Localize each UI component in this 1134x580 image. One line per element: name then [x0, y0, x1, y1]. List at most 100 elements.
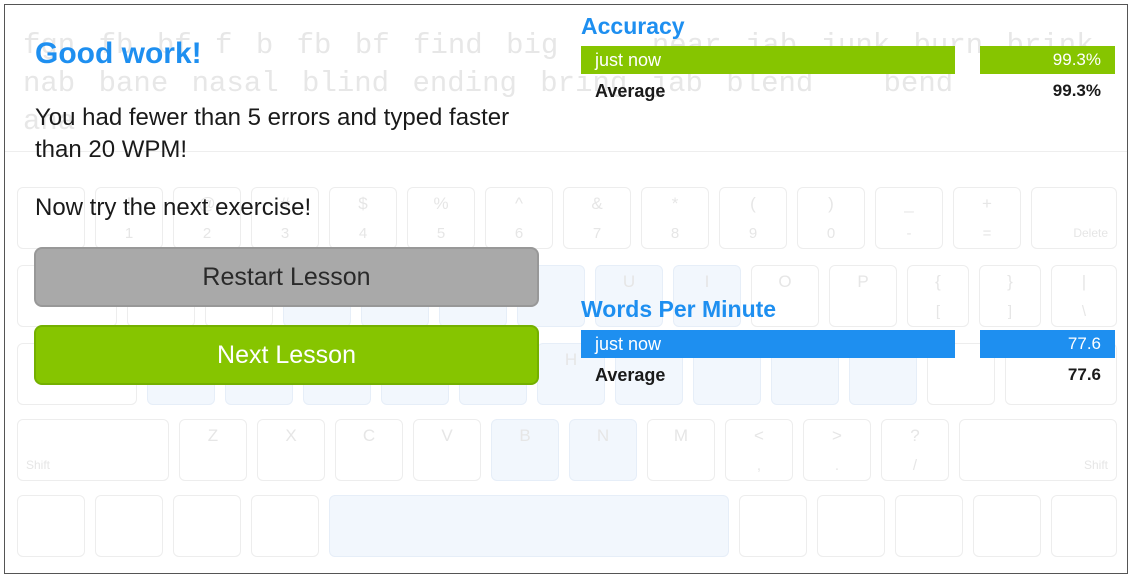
- key-label: Shift: [1083, 458, 1108, 472]
- wpm-now-value: 77.6: [980, 330, 1115, 358]
- wpm-title: Words Per Minute: [581, 296, 777, 322]
- accuracy-average-value: 99.3%: [1052, 81, 1101, 100]
- accuracy-average-label: Average: [595, 81, 666, 101]
- accuracy-now-label: just now: [581, 46, 955, 74]
- key-bottom-label: 9: [748, 225, 758, 242]
- keyboard-key: [95, 495, 163, 557]
- keyboard-key-n: N: [569, 419, 637, 481]
- key-top-label: ): [828, 194, 834, 213]
- key-label: X: [285, 426, 297, 445]
- wpm-now-label: just now: [581, 330, 955, 358]
- key-top-label: *: [671, 194, 679, 213]
- key-label: Z: [207, 426, 219, 445]
- key-bottom-label: 6: [514, 225, 524, 242]
- key-bottom-label: [: [935, 303, 941, 320]
- keyboard-key: $4: [329, 187, 397, 249]
- accuracy-now-value: 99.3%: [980, 46, 1115, 74]
- key-bottom-label: 2: [202, 225, 212, 242]
- key-top-label: }: [1007, 272, 1013, 291]
- key-bottom-label: 3: [280, 225, 290, 242]
- key-label: O: [778, 272, 792, 291]
- key-label: N: [596, 426, 610, 445]
- result-message: You had fewer than 5 errors and typed fa…: [35, 104, 510, 163]
- keyboard-key: {[: [907, 265, 969, 327]
- key-bottom-label: ,: [756, 457, 762, 474]
- key-bottom-label: -: [906, 225, 912, 242]
- keyboard-key-shift-left: Shift: [17, 419, 169, 481]
- key-top-label: _: [904, 194, 914, 213]
- key-top-label: $: [358, 194, 368, 213]
- keyboard-key: _ -: [875, 187, 943, 249]
- key-top-label: &: [591, 194, 603, 213]
- keyboard-key: [739, 495, 807, 557]
- keyboard-key-v: V: [413, 419, 481, 481]
- keyboard-key-p: P: [829, 265, 897, 327]
- keyboard-key-delete: Delete: [1031, 187, 1117, 249]
- key-top-label: ?: [910, 426, 920, 445]
- key-label: Shift: [26, 458, 51, 472]
- keyboard-key: | \: [1051, 265, 1117, 327]
- keyboard-key: ? /: [881, 419, 949, 481]
- key-top-label: ^: [515, 194, 523, 213]
- wpm-average-label: Average: [595, 365, 666, 385]
- key-bottom-label: \: [1081, 303, 1087, 320]
- key-label: C: [362, 426, 376, 445]
- key-bottom-label: 1: [124, 225, 134, 242]
- key-bottom-label: /: [912, 457, 918, 474]
- keyboard-key: (9: [719, 187, 787, 249]
- keyboard-key: [17, 495, 85, 557]
- keyboard-key: [895, 495, 963, 557]
- key-bottom-label: 5: [436, 225, 446, 242]
- lesson-complete-panel: fgn fb bf f b fb bf find big near jab ju…: [4, 4, 1128, 574]
- key-top-label: <: [754, 426, 764, 445]
- keyboard-key: [973, 495, 1041, 557]
- keyboard-key: [817, 495, 885, 557]
- key-bottom-label: 4: [358, 225, 368, 242]
- key-top-label: {: [935, 272, 941, 291]
- key-label: Delete: [1073, 226, 1108, 240]
- next-lesson-button[interactable]: Next Lesson: [34, 325, 539, 385]
- keyboard-key: * 8: [641, 187, 709, 249]
- key-label: V: [441, 426, 453, 445]
- keyboard-key: >.: [803, 419, 871, 481]
- keyboard-key: [1051, 495, 1117, 557]
- keyboard-key-x: X: [257, 419, 325, 481]
- key-bottom-label: ]: [1007, 303, 1013, 320]
- accuracy-title: Accuracy: [581, 13, 685, 39]
- key-label: U: [622, 272, 636, 291]
- keyboard-key-c: C: [335, 419, 403, 481]
- result-title: Good work!: [35, 37, 202, 70]
- key-bottom-label: 0: [826, 225, 836, 242]
- next-exercise-prompt: Now try the next exercise!: [35, 194, 312, 221]
- key-label: B: [519, 426, 531, 445]
- key-label: I: [704, 272, 710, 291]
- keyboard-key-space: [329, 495, 729, 557]
- key-top-label: |: [1081, 272, 1087, 291]
- keyboard-key-shift-right: Shift: [959, 419, 1117, 481]
- key-top-label: +: [982, 194, 992, 213]
- key-top-label: >: [832, 426, 842, 445]
- keyboard-key: % 5: [407, 187, 475, 249]
- keyboard-key-m: M: [647, 419, 715, 481]
- keyboard-key: [251, 495, 319, 557]
- key-bottom-label: 7: [592, 225, 602, 242]
- keyboard-key-b: B: [491, 419, 559, 481]
- keyboard-key: }]: [979, 265, 1041, 327]
- keyboard-key: <,: [725, 419, 793, 481]
- keyboard-key: [173, 495, 241, 557]
- accuracy-average-row: Average 99.3%: [581, 78, 1115, 104]
- keyboard-key: & 7: [563, 187, 631, 249]
- key-label: M: [673, 426, 689, 445]
- restart-lesson-button[interactable]: Restart Lesson: [34, 247, 539, 307]
- key-top-label: (: [750, 194, 756, 213]
- keyboard-key: + =: [953, 187, 1021, 249]
- key-label: P: [857, 272, 869, 291]
- keyboard-key-z: Z: [179, 419, 247, 481]
- key-bottom-label: .: [834, 457, 840, 474]
- key-bottom-label: 8: [670, 225, 680, 242]
- key-top-label: %: [433, 194, 449, 213]
- keyboard-key: ) 0: [797, 187, 865, 249]
- keyboard-key: ^ 6: [485, 187, 553, 249]
- wpm-average-row: Average 77.6: [581, 362, 1115, 388]
- key-bottom-label: =: [982, 225, 992, 242]
